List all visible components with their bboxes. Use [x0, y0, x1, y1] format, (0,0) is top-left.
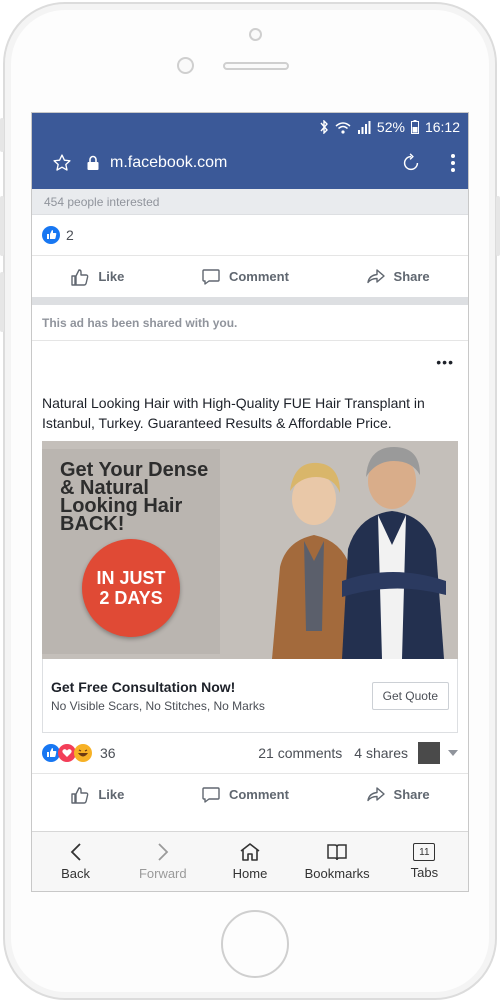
browser-bottom-nav: Back Forward Home Bookmarks 11 Tabs [32, 831, 468, 891]
share-label: Share [393, 787, 430, 802]
front-camera [249, 28, 262, 41]
post-menu-button[interactable]: ••• [436, 354, 454, 370]
haha-reaction-icon [74, 744, 92, 762]
ad-action-bar: Like Comment Share [32, 773, 468, 815]
post-header: ••• [32, 341, 468, 383]
star-icon[interactable] [52, 153, 72, 173]
bookmarks-label: Bookmarks [304, 866, 370, 881]
get-quote-button[interactable]: Get Quote [371, 681, 449, 710]
post-text: Natural Looking Hair with High-Quality F… [42, 395, 425, 431]
chevron-right-icon [158, 843, 169, 861]
like-label: Like [98, 787, 125, 802]
home-button[interactable] [221, 910, 289, 978]
wifi-icon [335, 121, 351, 134]
comment-icon [202, 268, 220, 285]
bookmarks-button[interactable]: Bookmarks [297, 842, 377, 881]
like-button[interactable]: Like [70, 267, 124, 287]
share-button[interactable]: Share [366, 785, 430, 805]
refresh-icon[interactable] [400, 152, 422, 174]
thumbs-up-icon [71, 268, 89, 286]
back-button[interactable]: Back [36, 842, 116, 881]
share-label: Share [393, 269, 430, 284]
more-vertical-icon[interactable] [450, 153, 456, 173]
bluetooth-icon [320, 120, 328, 134]
lock-icon [87, 155, 99, 170]
like-button[interactable]: Like [70, 785, 124, 805]
battery-icon [410, 120, 419, 134]
volume-button[interactable] [0, 118, 4, 152]
ad-image-badge: IN JUST 2 DAYS [82, 539, 180, 637]
ad-link-card[interactable]: Get Free Consultation Now! No Visible Sc… [42, 659, 458, 733]
power-button[interactable] [496, 196, 500, 256]
ad-image-headline: Get Your Dense & Natural Looking Hair BA… [60, 459, 209, 535]
tab-count: 11 [419, 846, 430, 858]
ad-link-description: No Visible Scars, No Stitches, No Marks [51, 698, 265, 713]
ad-link-titles: Get Free Consultation Now! No Visible Sc… [51, 679, 372, 713]
action-bar: Like Comment Share [32, 255, 468, 297]
ad-image[interactable]: Get Your Dense & Natural Looking Hair BA… [42, 441, 458, 659]
home-icon [240, 843, 260, 861]
earpiece-speaker [223, 62, 289, 70]
volume-button[interactable] [0, 272, 4, 332]
comment-icon [202, 786, 220, 803]
chevron-down-icon[interactable] [448, 750, 458, 756]
book-icon [327, 844, 347, 861]
like-label: Like [98, 269, 125, 284]
forward-button[interactable]: Forward [123, 842, 203, 881]
home-label: Home [232, 866, 268, 881]
volume-button[interactable] [0, 196, 4, 256]
chevron-left-icon [70, 843, 81, 861]
tabs-icon: 11 [413, 843, 436, 861]
comment-button[interactable]: Comment [201, 267, 289, 287]
proximity-sensor [177, 57, 194, 74]
share-icon [366, 268, 385, 283]
url-text[interactable]: m.facebook.com [110, 154, 400, 172]
tabs-button[interactable]: 11 Tabs [384, 843, 464, 880]
ad-link-title: Get Free Consultation Now! [51, 678, 236, 695]
signal-icon [357, 120, 371, 134]
previous-post: 454 people interested 2 Like Comment Sha… [32, 189, 468, 297]
ad-reactions-summary: 36 21 comments 4 shares [32, 733, 468, 773]
address-bar: m.facebook.com [32, 141, 468, 189]
share-icon [366, 786, 385, 801]
post-separator [32, 297, 468, 305]
shared-notice: This ad has been shared with you. [32, 305, 468, 341]
page-avatar[interactable] [418, 742, 440, 764]
back-label: Back [61, 866, 91, 881]
forward-label: Forward [138, 866, 187, 881]
interested-count: 454 people interested [32, 189, 468, 215]
share-button[interactable]: Share [366, 267, 430, 287]
clock: 16:12 [424, 119, 460, 135]
battery-percent: 52% [376, 119, 405, 135]
comments-count[interactable]: 21 comments [258, 745, 342, 761]
shares-count[interactable]: 4 shares [354, 745, 408, 761]
ad-reaction-count: 36 [100, 745, 116, 761]
status-bar: 52% 16:12 [32, 113, 468, 141]
thumbs-up-icon [71, 786, 89, 804]
comment-label: Comment [228, 269, 289, 284]
screen: 52% 16:12 m.facebook.com 454 people inte… [31, 112, 469, 892]
reaction-icons[interactable] [42, 744, 92, 762]
badge-text: IN JUST 2 DAYS [96, 568, 166, 608]
home-nav-button[interactable]: Home [210, 842, 290, 881]
previous-post-footer: 2 Like Comment Share [32, 215, 468, 297]
reactions-summary[interactable]: 2 [32, 215, 468, 255]
comment-label: Comment [228, 787, 289, 802]
reaction-count: 2 [66, 227, 74, 243]
comment-button[interactable]: Comment [201, 785, 289, 805]
ad-post: This ad has been shared with you. ••• Na… [32, 305, 468, 835]
tabs-label: Tabs [410, 865, 439, 880]
like-reaction-icon [42, 226, 60, 244]
